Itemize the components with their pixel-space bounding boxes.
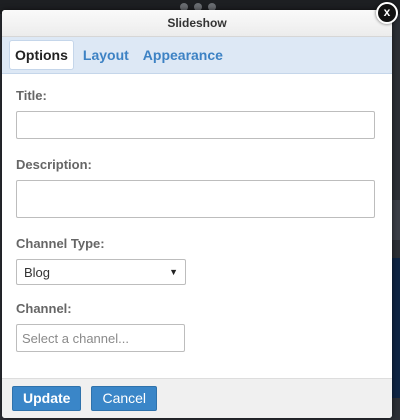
update-button[interactable]: Update — [12, 386, 82, 411]
close-button[interactable]: x — [376, 2, 398, 24]
description-label: Description: — [16, 157, 92, 172]
description-field[interactable] — [16, 180, 375, 218]
cancel-button[interactable]: Cancel — [91, 386, 158, 411]
channel-label: Channel: — [16, 301, 72, 316]
channel-type-select[interactable]: Blog ▼ — [16, 259, 186, 285]
tab-bar: Options Layout Appearance — [2, 37, 392, 74]
close-icon: x — [383, 5, 391, 19]
channel-type-label: Channel Type: — [16, 236, 105, 251]
dialog-title: Slideshow — [167, 16, 227, 30]
dialog-footer: Update Cancel — [2, 378, 392, 418]
slideshow-dialog: Slideshow Options Layout Appearance Titl… — [2, 10, 392, 418]
tab-appearance[interactable]: Appearance — [138, 41, 228, 69]
options-form: Title: Description: Channel Type: Blog ▼… — [2, 74, 392, 352]
tab-layout[interactable]: Layout — [78, 41, 134, 69]
title-field[interactable] — [16, 111, 375, 139]
dialog-header: Slideshow — [2, 10, 392, 37]
tab-options[interactable]: Options — [9, 40, 74, 70]
title-label: Title: — [16, 88, 47, 103]
channel-input[interactable] — [16, 324, 185, 352]
chevron-down-icon: ▼ — [169, 267, 178, 277]
channel-type-value: Blog — [24, 264, 51, 280]
